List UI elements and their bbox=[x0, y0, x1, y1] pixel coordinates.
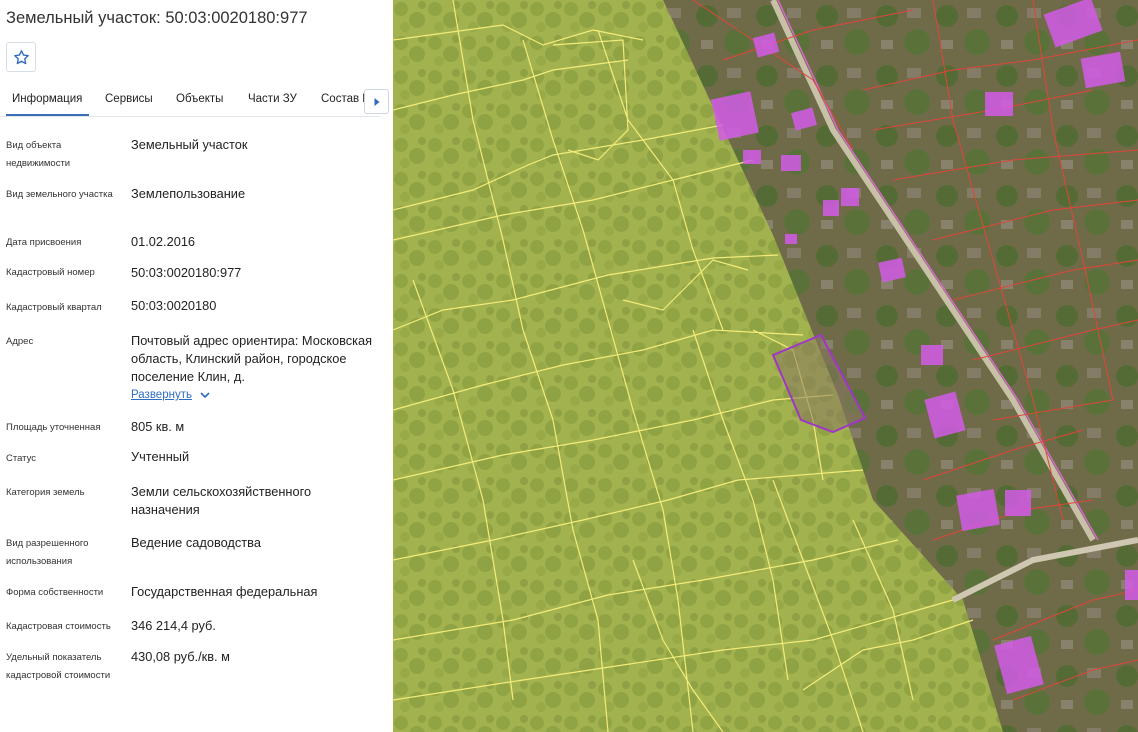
address-value: Почтовый адрес ориентира: Московская обл… bbox=[131, 333, 373, 384]
field-label: Кадастровый номер bbox=[6, 267, 95, 278]
field-value: 805 кв. м bbox=[131, 419, 185, 434]
star-icon bbox=[14, 50, 29, 65]
field-label: Вид объекта недвижимости bbox=[6, 140, 71, 169]
field-label: Вид разрешенного использования bbox=[6, 538, 89, 567]
field-value: 346 214,4 руб. bbox=[131, 618, 216, 633]
field-value: Учтенный bbox=[131, 449, 190, 464]
field-label: Дата присвоения bbox=[6, 237, 82, 248]
field-value: 430,08 руб./кв. м bbox=[131, 649, 230, 664]
field-value: 50:03:0020180:977 bbox=[131, 265, 242, 280]
field-label: Кадастровая стоимость bbox=[6, 621, 111, 632]
tab-parcel-parts[interactable]: Части ЗУ bbox=[248, 93, 297, 105]
field-value: Земли сельскохозяйственного назначения bbox=[131, 484, 312, 517]
field-value: Землепользование bbox=[131, 186, 246, 201]
tab-bar: Информация Сервисы Объекты Части ЗУ Сост… bbox=[0, 86, 380, 117]
page-title: Земельный участок: 50:03:0020180:977 bbox=[6, 9, 308, 27]
field-value: Ведение садоводства bbox=[131, 535, 261, 550]
chevron-down-icon bbox=[200, 392, 210, 399]
tab-info[interactable]: Информация bbox=[5, 93, 90, 116]
tab-objects[interactable]: Объекты bbox=[176, 93, 223, 105]
field-value: 50:03:0020180 bbox=[131, 298, 217, 313]
expand-label: Развернуть bbox=[131, 389, 192, 401]
tab-services[interactable]: Сервисы bbox=[105, 93, 153, 105]
field-value: Государственная федеральная bbox=[131, 584, 318, 599]
tab-composition[interactable]: Состав ЕЗП bbox=[321, 93, 366, 105]
field-label: Статус bbox=[6, 453, 37, 464]
expand-address-link[interactable]: Развернуть bbox=[131, 389, 210, 401]
tabs-next-button[interactable] bbox=[364, 89, 389, 114]
field-label: Категория земель bbox=[6, 487, 85, 498]
field-label: Вид земельного участка bbox=[6, 189, 113, 200]
field-label: Кадастровый квартал bbox=[6, 302, 102, 313]
field-label: Площадь уточненная bbox=[6, 422, 101, 433]
field-value: Земельный участок bbox=[131, 137, 248, 152]
field-label: Форма собственности bbox=[6, 587, 104, 598]
cadastral-map[interactable] bbox=[393, 0, 1138, 732]
map-canvas[interactable] bbox=[393, 0, 1138, 732]
chevron-right-icon bbox=[374, 98, 380, 106]
field-label: Удельный показатель кадастровой стоимост… bbox=[6, 652, 111, 681]
favorite-button[interactable] bbox=[6, 42, 36, 72]
field-label: Адрес bbox=[6, 336, 34, 347]
field-value: 01.02.2016 bbox=[131, 234, 196, 249]
info-panel: Земельный участок: 50:03:0020180:977 Инф… bbox=[0, 0, 393, 732]
